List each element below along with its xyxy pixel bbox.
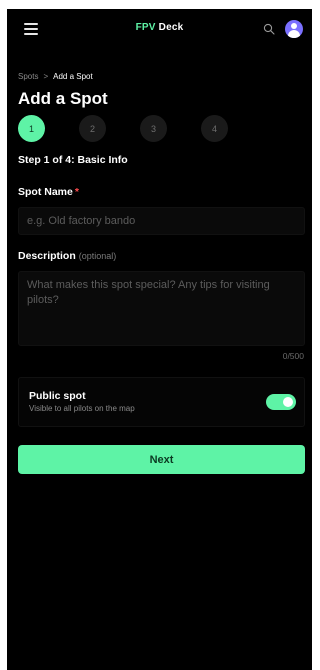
spot-name-input[interactable] — [18, 207, 305, 235]
brand-deck: Deck — [158, 22, 184, 33]
breadcrumb: Spots > Add a Spot — [18, 72, 93, 81]
breadcrumb-current: Add a Spot — [53, 72, 93, 81]
description-label: Description (optional) — [18, 250, 116, 262]
step-indicator: 1 2 3 4 — [18, 115, 298, 143]
top-bar: FPV Deck — [7, 9, 312, 51]
description-label-text: Description — [18, 250, 76, 262]
app-screen: FPV Deck Spots > Add a Spot Add a Spot 1… — [7, 9, 312, 670]
brand-fpv: FPV — [135, 22, 156, 33]
step-3[interactable]: 3 — [140, 115, 167, 142]
required-marker: * — [74, 186, 79, 198]
character-counter: 0/500 — [282, 351, 304, 361]
step-4[interactable]: 4 — [201, 115, 228, 142]
spot-name-label: Spot Name * — [18, 186, 79, 198]
page-title: Add a Spot — [18, 89, 108, 108]
toggle-knob — [283, 397, 293, 407]
search-icon[interactable] — [263, 23, 275, 35]
next-button[interactable]: Next — [18, 445, 305, 474]
public-spot-title: Public spot — [29, 390, 86, 402]
public-spot-subtitle: Visible to all pilots on the map — [29, 404, 135, 413]
breadcrumb-separator: > — [43, 72, 49, 81]
public-spot-setting: Public spot Visible to all pilots on the… — [18, 377, 305, 427]
public-spot-toggle[interactable] — [266, 394, 296, 410]
spot-name-label-text: Spot Name — [18, 186, 73, 198]
description-textarea[interactable] — [18, 271, 305, 346]
step-2[interactable]: 2 — [79, 115, 106, 142]
step-label: Step 1 of 4: Basic Info — [18, 154, 128, 166]
user-avatar[interactable] — [285, 20, 303, 38]
step-1[interactable]: 1 — [18, 115, 45, 142]
breadcrumb-spots-link[interactable]: Spots — [18, 72, 38, 81]
optional-note: (optional) — [78, 251, 117, 261]
